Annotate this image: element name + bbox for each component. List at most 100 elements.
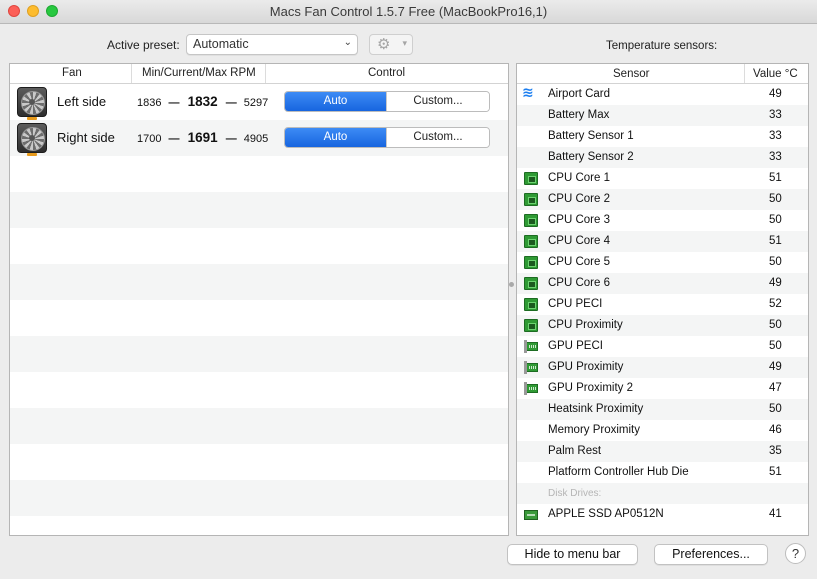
cpu-chip-icon bbox=[524, 319, 538, 332]
sensor-value: 50 bbox=[769, 256, 782, 268]
sensor-value: 49 bbox=[769, 277, 782, 289]
empty-row bbox=[10, 300, 508, 336]
sensor-row[interactable]: GPU Proximity 2 47 bbox=[517, 378, 808, 399]
cpu-chip-icon bbox=[524, 277, 538, 290]
active-preset-label: Active preset: bbox=[107, 38, 180, 52]
fan-control-segmented: Auto Custom... bbox=[284, 127, 490, 148]
sensor-row[interactable]: Battery Sensor 2 33 bbox=[517, 147, 808, 168]
cpu-chip-icon bbox=[524, 256, 538, 269]
sensor-row[interactable]: Battery Max 33 bbox=[517, 105, 808, 126]
sensor-value: 50 bbox=[769, 319, 782, 331]
active-preset-select[interactable]: Automatic ⌄ bbox=[186, 34, 358, 55]
fan-row-left-side[interactable]: Left side 1836 — 1832 — 5297 Auto Custom… bbox=[10, 84, 508, 120]
sensor-label: CPU Core 4 bbox=[548, 235, 610, 247]
cpu-chip-icon bbox=[524, 298, 538, 311]
sensor-label: CPU Core 6 bbox=[548, 277, 610, 289]
sensor-group-header: Disk Drives: bbox=[517, 483, 808, 504]
sensor-value: 50 bbox=[769, 214, 782, 226]
gpu-card-icon bbox=[524, 382, 538, 395]
sensor-row[interactable]: Memory Proximity 46 bbox=[517, 420, 808, 441]
sensor-row[interactable]: CPU Core 2 50 bbox=[517, 189, 808, 210]
sensor-value: 49 bbox=[769, 361, 782, 373]
cpu-chip-icon bbox=[524, 172, 538, 185]
chevron-down-icon: ⌄ bbox=[343, 37, 352, 48]
sensor-label: CPU Core 1 bbox=[548, 172, 610, 184]
empty-row bbox=[10, 516, 508, 535]
split-view-handle[interactable] bbox=[509, 282, 514, 287]
sensor-row[interactable]: CPU Core 6 49 bbox=[517, 273, 808, 294]
sensor-label: GPU Proximity bbox=[548, 361, 624, 373]
column-separator bbox=[131, 64, 132, 83]
sensor-row[interactable]: ≋ Airport Card 49 bbox=[517, 84, 808, 105]
custom-button[interactable]: Custom... bbox=[386, 128, 489, 147]
custom-button[interactable]: Custom... bbox=[386, 92, 489, 111]
sensor-value: 33 bbox=[769, 130, 782, 142]
fan-min-rpm: 1836 bbox=[137, 97, 162, 109]
sensor-label: GPU Proximity 2 bbox=[548, 382, 633, 394]
sensor-value: 33 bbox=[769, 151, 782, 163]
sensor-label: GPU PECI bbox=[548, 340, 603, 352]
fan-max-rpm: 5297 bbox=[243, 97, 269, 109]
sensor-table: Sensor Value °C ≋ Airport Card 49 Battery M… bbox=[516, 63, 809, 536]
sensor-label: Palm Rest bbox=[548, 445, 602, 457]
sensor-row[interactable]: GPU Proximity 49 bbox=[517, 357, 808, 378]
ssd-icon bbox=[524, 510, 538, 520]
sensor-row[interactable]: Battery Sensor 1 33 bbox=[517, 126, 808, 147]
empty-row bbox=[10, 408, 508, 444]
sensor-label: Platform Controller Hub Die bbox=[548, 466, 689, 478]
fan-current-rpm: 1691 bbox=[187, 130, 218, 145]
sensor-row[interactable]: GPU PECI 50 bbox=[517, 336, 808, 357]
cpu-chip-icon bbox=[524, 214, 538, 227]
active-preset-value: Automatic bbox=[193, 37, 249, 51]
column-header-value[interactable]: Value °C bbox=[753, 68, 798, 80]
temperature-sensors-title: Temperature sensors: bbox=[606, 40, 718, 52]
column-header-sensor[interactable]: Sensor bbox=[613, 68, 649, 80]
sensor-row[interactable]: APPLE SSD AP0512N 41 bbox=[517, 504, 808, 525]
sensor-row[interactable]: Heatsink Proximity 50 bbox=[517, 399, 808, 420]
sensor-row[interactable]: CPU Core 4 51 bbox=[517, 231, 808, 252]
empty-row bbox=[10, 336, 508, 372]
auto-button[interactable]: Auto bbox=[285, 128, 386, 147]
sensor-value: 50 bbox=[769, 340, 782, 352]
sensor-row[interactable]: CPU PECI 52 bbox=[517, 294, 808, 315]
help-button[interactable]: ? bbox=[785, 543, 806, 564]
empty-row bbox=[10, 444, 508, 480]
sensor-value: 51 bbox=[769, 466, 782, 478]
column-header-rpm[interactable]: Min/Current/Max RPM bbox=[142, 67, 256, 79]
sensor-row[interactable]: CPU Proximity 50 bbox=[517, 315, 808, 336]
sensor-row[interactable]: Palm Rest 35 bbox=[517, 441, 808, 462]
title-bar: Macs Fan Control 1.5.7 Free (MacBookPro1… bbox=[0, 0, 817, 24]
gpu-card-icon bbox=[524, 361, 538, 374]
column-separator bbox=[744, 64, 745, 83]
column-separator bbox=[265, 64, 266, 83]
preset-actions-button[interactable]: ⚙ ▾ bbox=[369, 34, 413, 55]
fan-row-right-side[interactable]: Right side 1700 — 1691 — 4905 Auto Custo… bbox=[10, 120, 508, 156]
sensor-value: 50 bbox=[769, 193, 782, 205]
fan-table-header: Fan Min/Current/Max RPM Control bbox=[10, 64, 508, 84]
sensor-value: 47 bbox=[769, 382, 782, 394]
gpu-card-icon bbox=[524, 340, 538, 353]
column-header-control[interactable]: Control bbox=[368, 67, 405, 79]
sensor-value: 52 bbox=[769, 298, 782, 310]
cpu-chip-icon bbox=[524, 235, 538, 248]
column-header-fan[interactable]: Fan bbox=[62, 67, 82, 79]
sensor-label: APPLE SSD AP0512N bbox=[548, 508, 664, 520]
sensor-label: CPU Core 2 bbox=[548, 193, 610, 205]
sensor-label: Memory Proximity bbox=[548, 424, 641, 436]
fan-icon bbox=[17, 123, 47, 156]
hide-to-menu-bar-button[interactable]: Hide to menu bar bbox=[507, 544, 638, 565]
sensor-label: Battery Max bbox=[548, 109, 610, 121]
sensor-label: Heatsink Proximity bbox=[548, 403, 644, 415]
fan-icon bbox=[17, 87, 47, 120]
sensor-row[interactable]: Platform Controller Hub Die 51 bbox=[517, 462, 808, 483]
fan-name: Right side bbox=[57, 130, 115, 145]
sensor-value: 41 bbox=[769, 508, 782, 520]
sensor-row[interactable]: CPU Core 5 50 bbox=[517, 252, 808, 273]
preferences-button[interactable]: Preferences... bbox=[654, 544, 768, 565]
sensor-row[interactable]: CPU Core 3 50 bbox=[517, 210, 808, 231]
fan-rpm: 1836 — 1832 — 5297 bbox=[137, 94, 269, 109]
sensor-value: 51 bbox=[769, 235, 782, 247]
auto-button[interactable]: Auto bbox=[285, 92, 386, 111]
sensor-row[interactable]: CPU Core 1 51 bbox=[517, 168, 808, 189]
fan-name: Left side bbox=[57, 94, 107, 109]
